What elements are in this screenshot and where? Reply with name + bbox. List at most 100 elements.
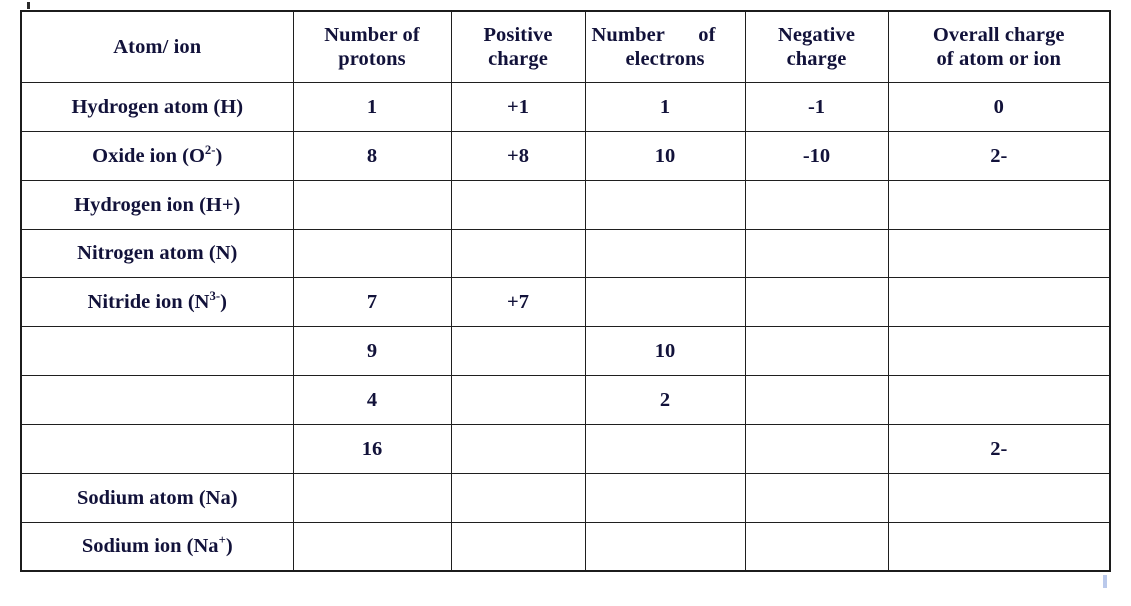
cell-negative-charge xyxy=(744,326,889,377)
atom-ion-charge-superscript: + xyxy=(218,533,226,548)
column-header-electrons: Number of electrons xyxy=(584,10,746,83)
atom-ion-name-suffix: ) xyxy=(220,291,227,314)
cell-atom-ion: Oxide ion (O2-) xyxy=(20,130,294,181)
cell-atom-ion: Sodium atom (Na) xyxy=(20,472,294,523)
column-header-protons-line2: protons xyxy=(338,48,406,70)
cell-number-of-electrons: 2 xyxy=(584,375,746,425)
cell-atom-ion: Sodium ion (Na+) xyxy=(20,521,294,572)
atom-ion-name-suffix: ) xyxy=(215,144,223,167)
column-header-protons-line1: Number of xyxy=(324,23,420,46)
cell-number-of-electrons: 10 xyxy=(584,130,746,181)
cell-overall-charge: 2- xyxy=(887,130,1111,181)
column-header-electrons-word1: Number xyxy=(591,23,665,46)
cell-negative-charge xyxy=(744,521,889,572)
cell-number-of-electrons xyxy=(584,179,746,230)
cell-overall-charge xyxy=(887,179,1111,230)
column-header-electrons-line1: Number of xyxy=(592,23,716,47)
atom-ion-charge-table: Atom/ ion Number of protons Positive cha… xyxy=(20,10,1111,572)
cell-atom-ion xyxy=(20,423,294,474)
cell-number-of-protons: 1 xyxy=(292,82,452,132)
cell-overall-charge xyxy=(887,521,1111,572)
cell-overall-charge xyxy=(887,326,1111,377)
cell-positive-charge xyxy=(450,423,586,474)
cell-number-of-protons: 8 xyxy=(292,130,452,181)
table-row: Oxide ion (O2-) 8 +8 10 -10 2- xyxy=(20,130,1111,181)
cell-positive-charge xyxy=(450,375,586,425)
cell-negative-charge xyxy=(744,472,889,523)
table-header: Atom/ ion Number of protons Positive cha… xyxy=(20,10,1111,83)
cell-number-of-protons: 16 xyxy=(292,423,452,474)
cell-overall-charge xyxy=(887,375,1111,425)
column-header-negative-charge-line2: charge xyxy=(786,48,847,70)
cell-number-of-protons: 7 xyxy=(292,277,452,328)
cell-positive-charge xyxy=(450,228,586,279)
column-header-positive-charge: Positive charge xyxy=(450,10,586,83)
scan-artifact-mark xyxy=(1103,575,1107,588)
atom-ion-name: Sodium atom (Na) xyxy=(76,486,238,509)
column-header-electrons-word2: of xyxy=(698,23,716,46)
cell-negative-charge: -10 xyxy=(744,130,889,181)
cell-atom-ion xyxy=(20,375,294,425)
atom-ion-name: Nitrogen atom (N) xyxy=(77,242,238,265)
column-header-overall-charge-line2: of atom or ion xyxy=(936,48,1062,70)
atom-ion-charge-superscript: 2- xyxy=(204,142,216,157)
cell-number-of-electrons: 10 xyxy=(584,326,746,377)
column-header-protons: Number of protons xyxy=(292,10,452,83)
cell-negative-charge xyxy=(744,228,889,279)
column-header-atom-ion-line1: Atom/ ion xyxy=(113,35,202,58)
cell-positive-charge: +8 xyxy=(450,130,586,181)
cell-negative-charge xyxy=(744,179,889,230)
cell-number-of-electrons xyxy=(584,521,746,572)
cell-positive-charge xyxy=(450,326,586,377)
cell-number-of-electrons xyxy=(584,472,746,523)
cell-number-of-protons xyxy=(292,521,452,572)
cell-overall-charge: 2- xyxy=(887,423,1111,474)
header-row: Atom/ ion Number of protons Positive cha… xyxy=(20,10,1111,83)
cell-number-of-protons xyxy=(292,472,452,523)
table-row: Sodium atom (Na) xyxy=(20,472,1111,523)
column-header-negative-charge: Negative charge xyxy=(744,10,889,83)
table-row: 9 10 xyxy=(20,326,1111,377)
column-header-negative-charge-line1: Negative xyxy=(777,23,856,46)
cell-negative-charge xyxy=(744,375,889,425)
table-row: Nitride ion (N3-) 7 +7 xyxy=(20,277,1111,328)
atom-ion-name: Hydrogen ion (H+) xyxy=(74,193,241,216)
atom-ion-name: Sodium ion (Na xyxy=(81,535,219,558)
cell-atom-ion: Nitride ion (N3-) xyxy=(20,277,294,328)
scan-artifact-tick xyxy=(27,2,30,9)
column-header-overall-charge: Overall charge of atom or ion xyxy=(887,10,1111,83)
atom-ion-name-suffix: ) xyxy=(225,535,233,558)
cell-atom-ion: Nitrogen atom (N) xyxy=(20,228,294,279)
cell-negative-charge xyxy=(744,277,889,328)
atom-ion-name: Hydrogen atom (H) xyxy=(71,95,244,118)
atom-ion-charge-superscript: 3- xyxy=(209,289,221,304)
cell-positive-charge xyxy=(450,521,586,572)
cell-positive-charge: +7 xyxy=(450,277,586,328)
table-row: 42 xyxy=(20,375,1111,425)
column-header-electrons-line2: electrons xyxy=(625,48,705,70)
cell-positive-charge xyxy=(450,179,586,230)
cell-number-of-protons xyxy=(292,228,452,279)
table-row: Hydrogen atom (H) 1 +1 1 -1 0 xyxy=(20,82,1111,132)
cell-positive-charge xyxy=(450,472,586,523)
table-row: Sodium ion (Na+) xyxy=(20,521,1111,572)
cell-number-of-protons: 4 xyxy=(292,375,452,425)
atom-ion-name: Nitride ion (N xyxy=(87,291,210,314)
cell-number-of-protons: 9 xyxy=(292,326,452,377)
table-container: Atom/ ion Number of protons Positive cha… xyxy=(20,10,1111,572)
table-body: Hydrogen atom (H) 1 +1 1 -1 0 Oxide ion (O2-) 8… xyxy=(20,82,1111,572)
column-header-positive-charge-line1: Positive xyxy=(483,23,553,46)
cell-positive-charge: +1 xyxy=(450,82,586,132)
cell-overall-charge xyxy=(887,228,1111,279)
column-header-positive-charge-line2: charge xyxy=(488,48,548,70)
cell-overall-charge xyxy=(887,472,1111,523)
table-row: Nitrogen atom (N) xyxy=(20,228,1111,279)
cell-overall-charge: 0 xyxy=(887,82,1111,132)
column-header-overall-charge-line1: Overall charge xyxy=(932,23,1065,46)
cell-number-of-electrons: 1 xyxy=(584,82,746,132)
cell-number-of-electrons xyxy=(584,423,746,474)
cell-number-of-electrons xyxy=(584,277,746,328)
cell-atom-ion: Hydrogen ion (H+) xyxy=(20,179,294,230)
cell-negative-charge xyxy=(744,423,889,474)
cell-number-of-protons xyxy=(292,179,452,230)
